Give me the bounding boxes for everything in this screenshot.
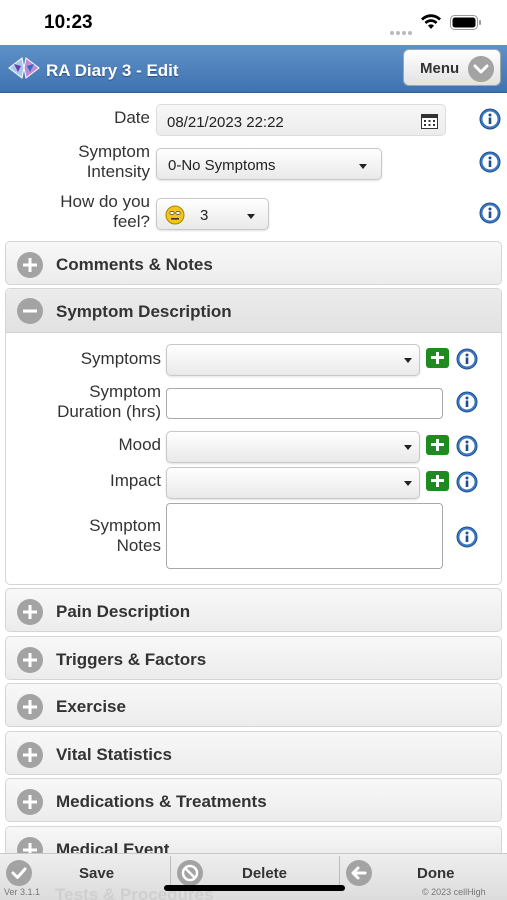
duration-label-line2: Duration (hrs) <box>57 402 161 421</box>
feel-select[interactable]: 3 <box>156 198 269 230</box>
date-field[interactable]: 08/21/2023 22:22 <box>156 104 446 136</box>
signal-dots-icon <box>390 22 414 35</box>
minus-circle-icon <box>17 298 43 324</box>
date-info-icon[interactable] <box>479 108 501 130</box>
plus-circle-icon <box>17 647 43 673</box>
menu-button[interactable]: Menu <box>403 49 501 86</box>
face-emoji-icon <box>165 205 185 225</box>
copyright-text: © 2023 cellHigh <box>422 887 486 897</box>
section-symptom-description[interactable]: Symptom Description <box>6 289 501 333</box>
impact-info-icon[interactable] <box>456 471 478 493</box>
intensity-label-line1: Symptom <box>78 142 150 161</box>
done-label: Done <box>417 865 455 882</box>
section-title: Triggers & Factors <box>56 650 207 669</box>
add-symptom-button[interactable] <box>426 348 449 368</box>
section-pain-description[interactable]: Pain Description <box>5 588 502 632</box>
notes-label-line2: Notes <box>116 536 161 555</box>
dropdown-caret-icon <box>404 358 412 363</box>
symptoms-info-icon[interactable] <box>456 348 478 370</box>
calendar-icon[interactable] <box>421 113 438 129</box>
page-title: RA Diary 3 - Edit <box>46 61 179 80</box>
section-exercise[interactable]: Exercise <box>5 683 502 727</box>
add-mood-button[interactable] <box>426 435 449 455</box>
plus-circle-icon <box>17 599 43 625</box>
version-text: Ver 3.1.1 <box>4 887 41 897</box>
intensity-label-line2: Intensity <box>86 162 150 181</box>
section-title: Exercise <box>56 697 126 716</box>
dropdown-caret-icon <box>404 481 412 486</box>
add-impact-button[interactable] <box>426 471 449 491</box>
intensity-value: 0-No Symptoms <box>168 157 276 174</box>
duration-label: Symptom Duration (hrs) <box>26 382 161 422</box>
dropdown-caret-icon <box>247 214 255 219</box>
wifi-icon <box>421 14 441 29</box>
done-button[interactable]: Done <box>340 854 507 890</box>
arrow-left-icon <box>346 860 372 886</box>
mood-info-icon[interactable] <box>456 435 478 457</box>
menu-button-label: Menu <box>420 60 460 77</box>
section-title: Medications & Treatments <box>56 792 267 811</box>
home-indicator[interactable] <box>164 885 345 891</box>
app-header: RA Diary 3 - Edit Menu <box>0 45 507 93</box>
duration-input[interactable] <box>166 388 443 419</box>
feel-info-icon[interactable] <box>479 202 501 224</box>
date-label: Date <box>114 108 150 127</box>
section-medical-event[interactable]: Medical Event <box>5 826 502 856</box>
intensity-info-icon[interactable] <box>479 151 501 173</box>
section-title: Symptom Description <box>56 302 232 321</box>
symptom-description-panel: Symptom Description Symptoms Symptom Dur… <box>5 288 502 585</box>
intensity-label: Symptom Intensity <box>40 142 150 182</box>
cancel-circle-icon <box>177 860 203 886</box>
status-time: 10:23 <box>44 12 93 33</box>
status-bar: 10:23 <box>0 0 507 45</box>
notes-label-line1: Symptom <box>89 516 161 535</box>
chevron-down-icon <box>468 56 494 82</box>
section-medications-treatments[interactable]: Medications & Treatments <box>5 778 502 822</box>
section-title: Comments & Notes <box>56 255 213 274</box>
checkmark-icon <box>6 860 32 886</box>
section-title: Pain Description <box>56 602 191 621</box>
impact-select[interactable] <box>166 467 420 499</box>
plus-circle-icon <box>17 694 43 720</box>
battery-icon <box>450 15 481 30</box>
section-title: Vital Statistics <box>56 745 172 764</box>
section-vital-statistics[interactable]: Vital Statistics <box>5 731 502 775</box>
section-triggers-factors[interactable]: Triggers & Factors <box>5 636 502 680</box>
feel-label: How do you feel? <box>30 192 150 232</box>
mood-label: Mood <box>118 435 161 454</box>
impact-label: Impact <box>109 471 161 490</box>
feel-label-line1: How do you <box>60 192 150 211</box>
duration-info-icon[interactable] <box>456 391 478 413</box>
feel-value: 3 <box>200 207 209 224</box>
mood-select[interactable] <box>166 431 420 463</box>
feel-label-line2: feel? <box>113 212 150 231</box>
plus-circle-icon <box>17 789 43 815</box>
duration-label-line1: Symptom <box>89 382 161 401</box>
date-value: 08/21/2023 22:22 <box>167 114 284 131</box>
plus-circle-icon <box>17 252 43 278</box>
symptoms-label: Symptoms <box>80 349 161 368</box>
app-logo-icon <box>8 57 40 79</box>
section-comments-notes[interactable]: Comments & Notes <box>5 241 502 285</box>
intensity-select[interactable]: 0-No Symptoms <box>156 148 382 180</box>
notes-label: Symptom Notes <box>46 516 161 556</box>
notes-textarea[interactable] <box>166 503 443 569</box>
save-label: Save <box>79 865 115 882</box>
dropdown-caret-icon <box>359 164 367 169</box>
notes-info-icon[interactable] <box>456 526 478 548</box>
delete-label: Delete <box>242 865 288 882</box>
plus-circle-icon <box>17 742 43 768</box>
dropdown-caret-icon <box>404 445 412 450</box>
symptoms-select[interactable] <box>166 344 420 376</box>
